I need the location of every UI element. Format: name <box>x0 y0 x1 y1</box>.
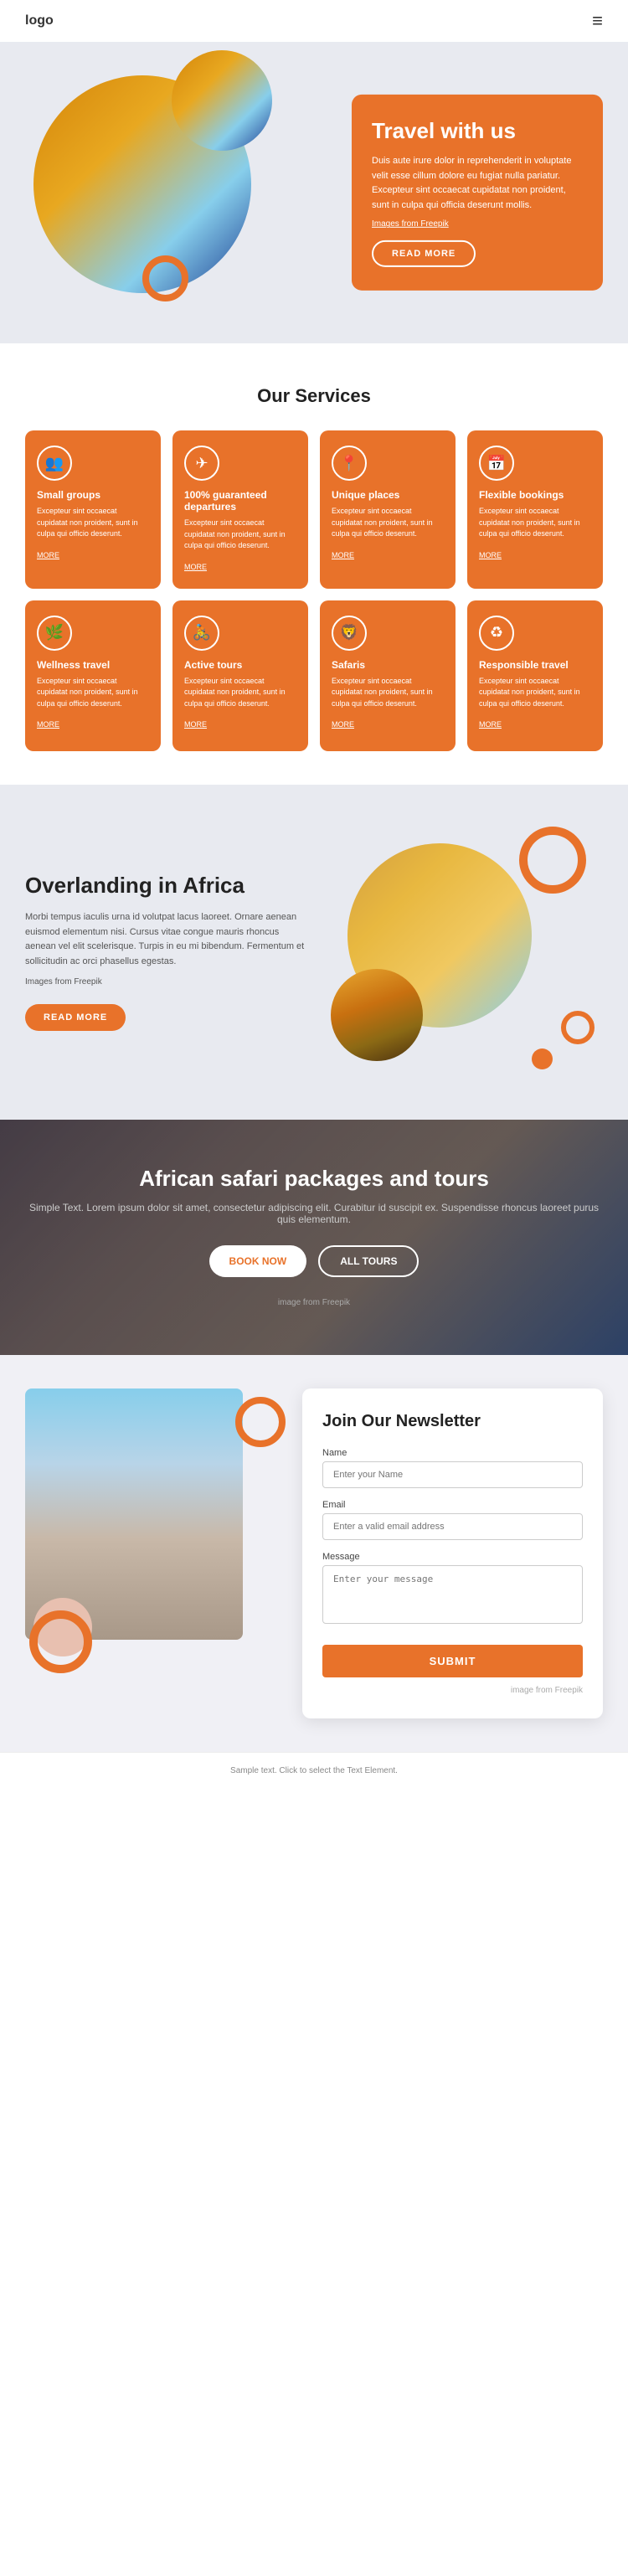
services-section: Our Services 👥 Small groups Excepteur si… <box>0 343 628 785</box>
overlanding-small-circle <box>331 969 423 1061</box>
newsletter-title: Join Our Newsletter <box>322 1412 583 1431</box>
service-title-1: 100% guaranteed departures <box>184 489 296 513</box>
hamburger-menu-icon[interactable]: ≡ <box>592 10 603 32</box>
overlanding-section: Overlanding in Africa Morbi tempus iacul… <box>0 785 628 1120</box>
service-body-7: Excepteur sint occaecat cupidatat non pr… <box>479 676 591 710</box>
services-heading: Our Services <box>25 385 603 407</box>
newsletter-form: Join Our Newsletter Name Email Message S… <box>302 1388 603 1718</box>
service-card-4: 🌿 Wellness travel Excepteur sint occaeca… <box>25 600 161 751</box>
overlanding-img-credit: Images from Freepik <box>25 976 306 989</box>
name-field-group: Name <box>322 1448 583 1488</box>
service-body-2: Excepteur sint occaecat cupidatat non pr… <box>332 506 444 540</box>
service-icon-5: 🚴 <box>184 616 219 651</box>
safari-banner-section: African safari packages and tours Simple… <box>0 1120 628 1355</box>
service-body-6: Excepteur sint occaecat cupidatat non pr… <box>332 676 444 710</box>
service-title-7: Responsible travel <box>479 659 591 671</box>
hero-img-credit: Images from Freepik <box>372 219 583 229</box>
overlanding-read-more-button[interactable]: READ MORE <box>25 1004 126 1031</box>
service-body-3: Excepteur sint occaecat cupidatat non pr… <box>479 506 591 540</box>
service-title-2: Unique places <box>332 489 444 501</box>
service-body-1: Excepteur sint occaecat cupidatat non pr… <box>184 518 296 552</box>
navbar: logo ≡ <box>0 0 628 42</box>
service-title-3: Flexible bookings <box>479 489 591 501</box>
overlanding-outline-circle-small <box>561 1011 595 1044</box>
safari-title: African safari packages and tours <box>25 1166 603 1192</box>
hero-body: Duis aute irure dolor in reprehenderit i… <box>372 154 583 213</box>
service-link-7[interactable]: MORE <box>479 720 502 729</box>
overlanding-body: Morbi tempus iaculis urna id volutpat la… <box>25 910 306 969</box>
service-link-0[interactable]: MORE <box>37 551 59 559</box>
service-icon-1: ✈ <box>184 446 219 481</box>
newsletter-circle-outline <box>235 1397 286 1447</box>
service-title-4: Wellness travel <box>37 659 149 671</box>
service-body-5: Excepteur sint occaecat cupidatat non pr… <box>184 676 296 710</box>
message-label: Message <box>322 1552 583 1562</box>
newsletter-section: Join Our Newsletter Name Email Message S… <box>0 1355 628 1752</box>
service-icon-2: 📍 <box>332 446 367 481</box>
services-grid: 👥 Small groups Excepteur sint occaecat c… <box>25 430 603 751</box>
hero-content-box: Travel with us Duis aute irure dolor in … <box>352 95 603 291</box>
service-link-5[interactable]: MORE <box>184 720 207 729</box>
all-tours-button[interactable]: ALL TOURS <box>318 1245 419 1277</box>
newsletter-left <box>25 1388 286 1673</box>
service-title-5: Active tours <box>184 659 296 671</box>
message-textarea[interactable] <box>322 1565 583 1624</box>
service-icon-7: ♻ <box>479 616 514 651</box>
safari-img-credit: image from Freepik <box>278 1298 350 1307</box>
service-link-1[interactable]: MORE <box>184 563 207 571</box>
submit-button[interactable]: SUBMIT <box>322 1645 583 1677</box>
book-now-button[interactable]: BOOK NOW <box>209 1245 307 1277</box>
service-card-0: 👥 Small groups Excepteur sint occaecat c… <box>25 430 161 589</box>
service-icon-6: 🦁 <box>332 616 367 651</box>
hero-read-more-button[interactable]: READ MORE <box>372 240 476 267</box>
service-card-5: 🚴 Active tours Excepteur sint occaecat c… <box>172 600 308 751</box>
service-link-6[interactable]: MORE <box>332 720 354 729</box>
name-input[interactable] <box>322 1461 583 1488</box>
email-field-group: Email <box>322 1500 583 1540</box>
email-label: Email <box>322 1500 583 1510</box>
overlanding-outline-circle-large <box>519 827 586 894</box>
newsletter-img-credit: image from Freepik <box>322 1686 583 1695</box>
hero-section: Travel with us Duis aute irure dolor in … <box>0 42 628 343</box>
logo: logo <box>25 13 54 28</box>
service-link-3[interactable]: MORE <box>479 551 502 559</box>
footer-note: Sample text. Click to select the Text El… <box>0 1752 628 1789</box>
service-card-7: ♻ Responsible travel Excepteur sint occa… <box>467 600 603 751</box>
overlanding-images <box>322 827 603 1078</box>
hero-circles <box>17 50 285 327</box>
service-body-0: Excepteur sint occaecat cupidatat non pr… <box>37 506 149 540</box>
service-title-6: Safaris <box>332 659 444 671</box>
overlanding-text: Overlanding in Africa Morbi tempus iacul… <box>25 873 306 1032</box>
service-card-3: 📅 Flexible bookings Excepteur sint occae… <box>467 430 603 589</box>
email-input[interactable] <box>322 1513 583 1540</box>
message-field-group: Message <box>322 1552 583 1628</box>
service-title-0: Small groups <box>37 489 149 501</box>
service-body-4: Excepteur sint occaecat cupidatat non pr… <box>37 676 149 710</box>
overlanding-title: Overlanding in Africa <box>25 873 306 899</box>
service-link-4[interactable]: MORE <box>37 720 59 729</box>
safari-body: Simple Text. Lorem ipsum dolor sit amet,… <box>25 1202 603 1225</box>
hero-circle-outline <box>142 255 188 301</box>
service-card-2: 📍 Unique places Excepteur sint occaecat … <box>320 430 456 589</box>
safari-buttons: BOOK NOW ALL TOURS <box>25 1245 603 1277</box>
newsletter-circle-outline-big <box>29 1610 92 1673</box>
hero-title: Travel with us <box>372 118 583 144</box>
service-link-2[interactable]: MORE <box>332 551 354 559</box>
service-icon-0: 👥 <box>37 446 72 481</box>
service-icon-4: 🌿 <box>37 616 72 651</box>
service-icon-3: 📅 <box>479 446 514 481</box>
name-label: Name <box>322 1448 583 1458</box>
overlanding-dot <box>532 1048 553 1069</box>
service-card-6: 🦁 Safaris Excepteur sint occaecat cupida… <box>320 600 456 751</box>
hero-circle-small <box>172 50 272 151</box>
service-card-1: ✈ 100% guaranteed departures Excepteur s… <box>172 430 308 589</box>
